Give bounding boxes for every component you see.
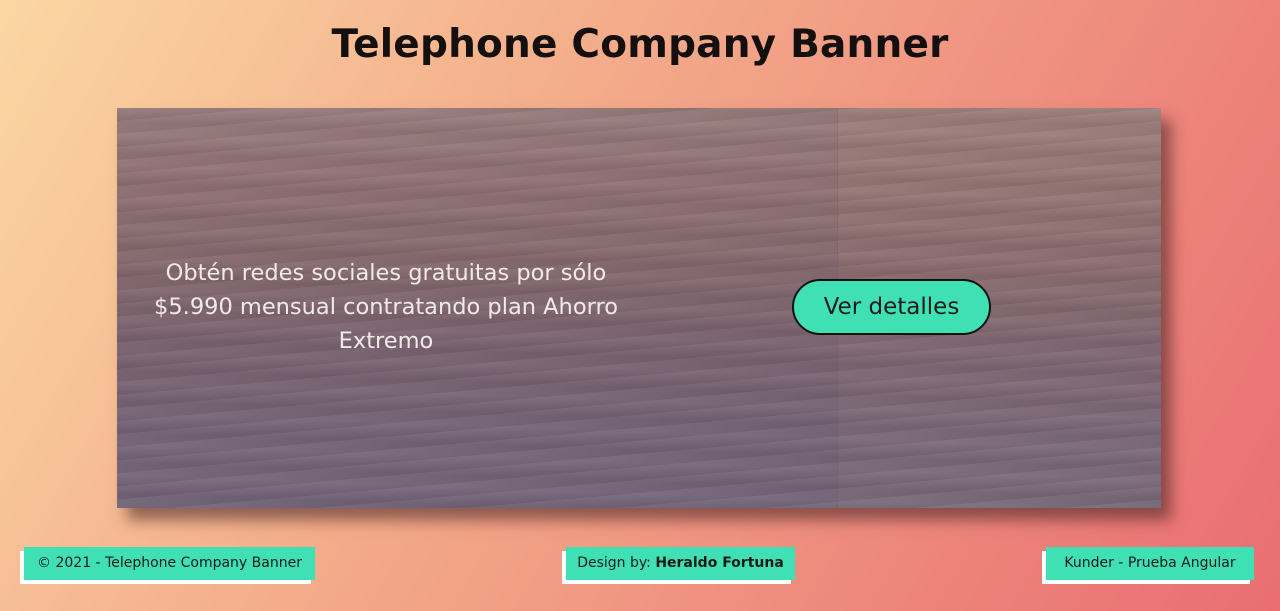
footer-copyright-text: © 2021 - Telephone Company Banner — [37, 555, 302, 571]
footer-design-credit: Design by: Heraldo Fortuna — [566, 547, 795, 580]
page-title: Telephone Company Banner — [331, 22, 949, 67]
footer-design-prefix: Design by: — [577, 555, 656, 571]
footer-design-author: Heraldo Fortuna — [655, 555, 784, 571]
footer-project-label: Kunder - Prueba Angular — [1046, 547, 1254, 580]
promo-banner: Obtén redes sociales gratuitas por sólo … — [117, 108, 1161, 508]
footer-project-text: Kunder - Prueba Angular — [1064, 555, 1236, 571]
banner-promo-text: Obtén redes sociales gratuitas por sólo … — [154, 260, 618, 354]
details-button[interactable]: Ver detalles — [792, 279, 991, 335]
footer-copyright: © 2021 - Telephone Company Banner — [24, 547, 315, 580]
